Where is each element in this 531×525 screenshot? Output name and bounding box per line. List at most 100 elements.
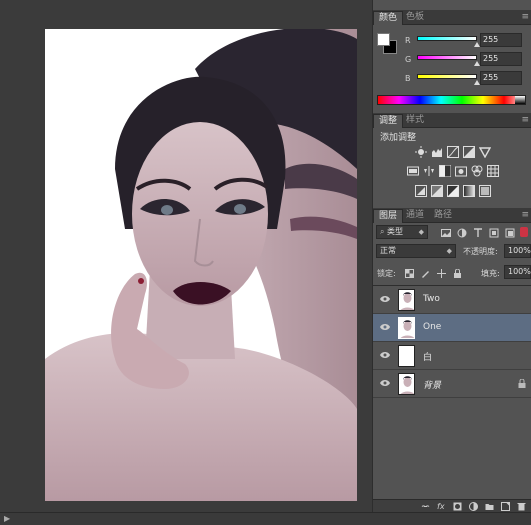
filter-pixel-icon[interactable] bbox=[441, 228, 451, 238]
lock-position-icon[interactable] bbox=[437, 269, 446, 278]
fill-field[interactable]: 100% bbox=[504, 265, 531, 279]
blue-value-field[interactable]: 255 bbox=[480, 71, 522, 85]
panel-menu-icon[interactable]: ≡ bbox=[521, 12, 528, 22]
tab-paths[interactable]: 路径 bbox=[429, 209, 457, 223]
layer-thumbnail bbox=[398, 373, 415, 395]
chevron-down-icon: ◆ bbox=[418, 228, 424, 236]
opacity-field[interactable]: 100% bbox=[504, 244, 531, 258]
lock-transparent-pixels-icon[interactable] bbox=[405, 269, 414, 278]
search-icon: ⌕ bbox=[380, 227, 385, 236]
chevron-down-icon: ◆ bbox=[446, 247, 452, 255]
spectrum-black-white-swatch[interactable] bbox=[515, 96, 525, 104]
panel-menu-icon[interactable]: ≡ bbox=[521, 115, 528, 125]
red-channel-slider[interactable] bbox=[417, 36, 477, 41]
photo-filter-icon[interactable] bbox=[454, 165, 467, 177]
document-workspace bbox=[0, 0, 372, 512]
color-balance-icon[interactable] bbox=[423, 165, 435, 177]
link-layers-icon[interactable] bbox=[421, 502, 430, 511]
filter-toggle-switch[interactable] bbox=[520, 227, 528, 237]
tab-color[interactable]: 颜色 bbox=[373, 11, 404, 25]
layers-panel-tabbar: 图层 通道 路径 ≡ bbox=[373, 208, 531, 223]
tab-adjustments[interactable]: 调整 bbox=[373, 114, 404, 128]
color-panel: 颜色 色板 ≡ R 255 G 255 B 255 bbox=[373, 0, 531, 112]
green-value-field[interactable]: 255 bbox=[480, 52, 522, 66]
visibility-eye-icon[interactable] bbox=[380, 351, 390, 359]
gradient-map-icon[interactable] bbox=[462, 185, 475, 197]
layer-thumbnail bbox=[398, 345, 415, 367]
layer-row-white[interactable]: 白 bbox=[373, 342, 531, 370]
color-panel-tabbar: 颜色 色板 ≡ bbox=[373, 10, 531, 25]
layer-name: 背景 bbox=[423, 381, 442, 391]
green-channel-label: G bbox=[405, 55, 412, 64]
document-canvas[interactable] bbox=[45, 29, 357, 501]
layer-filter-kind-dropdown[interactable]: ⌕ 类型 ◆ bbox=[376, 225, 428, 239]
tab-styles[interactable]: 样式 bbox=[401, 114, 429, 128]
blue-channel-label: B bbox=[405, 74, 411, 83]
tab-layers[interactable]: 图层 bbox=[373, 209, 404, 223]
new-adjustment-layer-icon[interactable] bbox=[469, 501, 478, 511]
status-bar: ▶ bbox=[0, 512, 531, 525]
visibility-eye-icon[interactable] bbox=[380, 295, 390, 303]
layers-panel-footer: fx bbox=[373, 499, 531, 512]
tab-channels[interactable]: 通道 bbox=[401, 209, 429, 223]
lock-image-pixels-icon[interactable] bbox=[421, 269, 430, 278]
status-menu-arrow-icon[interactable]: ▶ bbox=[4, 514, 10, 523]
layer-style-fx-icon[interactable]: fx bbox=[437, 502, 446, 511]
right-panel-dock: 颜色 色板 ≡ R 255 G 255 B 255 调整 样式 ≡ 添加调整 图… bbox=[372, 0, 531, 512]
layers-panel: 图层 通道 路径 ≡ ⌕ 类型 ◆ 正常 ◆ 不透明度: 100% 锁定: 填充… bbox=[373, 208, 531, 512]
filter-adjustment-icon[interactable] bbox=[457, 228, 467, 238]
filter-kind-label: 类型 bbox=[387, 227, 404, 236]
adjustments-panel: 调整 样式 ≡ 添加调整 bbox=[373, 113, 531, 208]
color-spectrum-ramp[interactable] bbox=[377, 95, 526, 105]
curves-icon[interactable] bbox=[446, 146, 459, 158]
channel-mixer-icon[interactable] bbox=[471, 165, 483, 177]
black-white-icon[interactable] bbox=[438, 165, 451, 177]
adjustment-icons-row-2 bbox=[373, 165, 531, 177]
layer-row-background[interactable]: 背景 bbox=[373, 370, 531, 398]
layer-name: Two bbox=[423, 294, 440, 304]
exposure-icon[interactable] bbox=[462, 146, 475, 158]
opacity-label: 不透明度: bbox=[463, 247, 498, 256]
tab-swatches[interactable]: 色板 bbox=[401, 11, 429, 25]
add-mask-icon[interactable] bbox=[453, 502, 462, 511]
invert-icon[interactable] bbox=[414, 185, 427, 197]
threshold-icon[interactable] bbox=[446, 185, 459, 197]
layer-row-two[interactable]: Two bbox=[373, 286, 531, 314]
lock-label: 锁定: bbox=[377, 269, 396, 278]
filter-shape-icon[interactable] bbox=[489, 228, 499, 238]
adjustments-panel-tabbar: 调整 样式 ≡ bbox=[373, 113, 531, 128]
adjustment-icons-row-1 bbox=[373, 146, 531, 158]
visibility-eye-icon[interactable] bbox=[380, 323, 390, 331]
layer-row-one[interactable]: One bbox=[373, 314, 531, 342]
hue-saturation-icon[interactable] bbox=[406, 165, 419, 177]
blue-channel-slider[interactable] bbox=[417, 74, 477, 79]
selective-color-icon[interactable] bbox=[478, 185, 491, 197]
layer-list: Two One 白 背景 bbox=[373, 285, 531, 398]
new-layer-icon[interactable] bbox=[501, 501, 510, 511]
lock-icon bbox=[518, 379, 526, 388]
brightness-contrast-icon[interactable] bbox=[414, 146, 427, 158]
new-group-folder-icon[interactable] bbox=[485, 502, 494, 511]
red-value-field[interactable]: 255 bbox=[480, 33, 522, 47]
vibrance-icon[interactable] bbox=[478, 146, 491, 158]
color-lookup-icon[interactable] bbox=[486, 165, 499, 177]
visibility-eye-icon[interactable] bbox=[380, 379, 390, 387]
opacity-value: 100% bbox=[508, 246, 531, 255]
portrait-artwork bbox=[45, 29, 357, 501]
filter-smart-object-icon[interactable] bbox=[505, 228, 515, 238]
fill-value: 100% bbox=[508, 267, 531, 276]
layer-thumbnail bbox=[398, 289, 415, 311]
add-adjustment-title: 添加调整 bbox=[380, 133, 417, 143]
red-channel-label: R bbox=[405, 36, 411, 45]
layer-thumbnail bbox=[398, 317, 415, 339]
adjustment-icons-row-3 bbox=[373, 185, 531, 197]
lock-all-icon[interactable] bbox=[453, 269, 462, 278]
panel-menu-icon[interactable]: ≡ bbox=[521, 210, 528, 220]
delete-layer-trash-icon[interactable] bbox=[517, 502, 526, 511]
foreground-color-swatch[interactable] bbox=[377, 33, 390, 46]
filter-type-icon[interactable] bbox=[473, 228, 483, 238]
green-channel-slider[interactable] bbox=[417, 55, 477, 60]
blend-mode-dropdown[interactable]: 正常 ◆ bbox=[376, 244, 456, 258]
posterize-icon[interactable] bbox=[430, 185, 443, 197]
levels-icon[interactable] bbox=[431, 146, 443, 158]
